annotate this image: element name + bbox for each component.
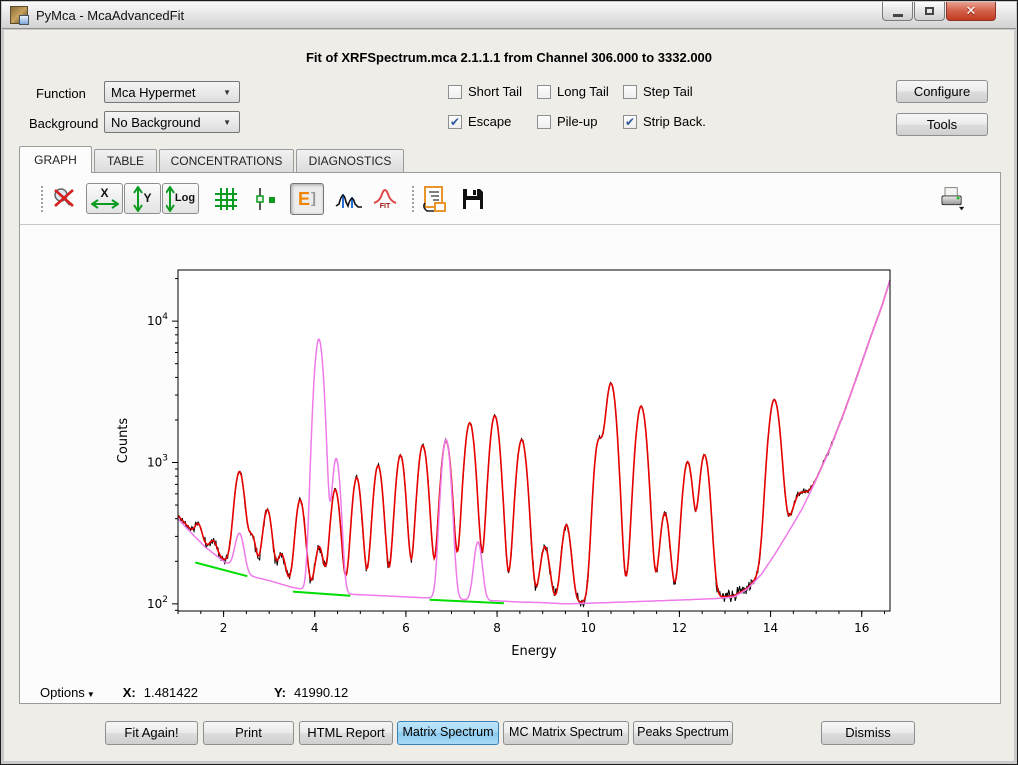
svg-text:2: 2 — [220, 621, 228, 635]
background-select[interactable]: No Background ▼ — [104, 111, 240, 133]
tab-table[interactable]: TABLE — [94, 149, 157, 172]
cursor-x-value: 1.481422 — [144, 685, 198, 700]
energy-axis-bracket: ] — [311, 190, 316, 207]
x-autoscale-button[interactable]: X — [86, 183, 123, 214]
checkbox-escape[interactable]: ✔ Escape — [448, 114, 511, 129]
svg-text:Counts: Counts — [116, 418, 131, 464]
chevron-down-icon: ▼ — [223, 88, 231, 97]
peaks-icon[interactable] — [335, 183, 363, 215]
background-select-value: No Background — [111, 115, 223, 130]
checkbox-box — [537, 115, 551, 129]
fit-icon-label: FIT — [380, 204, 391, 209]
toolbar-drag-handle[interactable] — [40, 184, 44, 214]
chevron-down-icon: ▼ — [87, 690, 95, 699]
plot-toolbar: X Y — [20, 173, 1000, 225]
background-label: Background — [29, 116, 98, 131]
grid-icon[interactable] — [212, 183, 240, 215]
checkbox-label: Strip Back. — [643, 114, 706, 129]
pymca-app-icon — [10, 6, 28, 24]
dialog-content: Fit of XRFSpectrum.mca 2.1.1.1 from Chan… — [4, 30, 1014, 761]
x-autoscale-label: X — [100, 188, 108, 199]
html-report-button[interactable]: HTML Report — [299, 721, 393, 745]
checkbox-label: Long Tail — [557, 84, 609, 99]
fit-again-button[interactable]: Fit Again! — [105, 721, 198, 745]
svg-text:104: 104 — [147, 312, 168, 328]
log-arrow-icon — [166, 186, 175, 212]
tab-diagnostics[interactable]: DIAGNOSTICS — [296, 149, 404, 172]
checkbox-box: ✔ — [448, 115, 462, 129]
checkbox-step-tail[interactable]: Step Tail — [623, 84, 693, 99]
copy-report-icon[interactable] — [421, 183, 449, 215]
svg-text:16: 16 — [854, 621, 869, 635]
cursor-y-label: Y: — [274, 685, 286, 700]
mc-matrix-spectrum-button[interactable]: MC Matrix Spectrum — [503, 721, 629, 745]
svg-text:102: 102 — [147, 595, 168, 611]
checkbox-box — [448, 85, 462, 99]
log-scale-label: Log — [175, 193, 195, 204]
save-icon[interactable] — [459, 183, 487, 215]
close-button[interactable]: ✕ — [946, 2, 996, 21]
function-select[interactable]: Mca Hypermet ▼ — [104, 81, 240, 103]
y-autoscale-button[interactable]: Y — [124, 183, 161, 214]
dismiss-button[interactable]: Dismiss — [821, 721, 915, 745]
checkbox-label: Short Tail — [468, 84, 522, 99]
configure-button[interactable]: Configure — [896, 80, 988, 103]
log-scale-button[interactable]: Log — [162, 183, 199, 214]
checkbox-label: Step Tail — [643, 84, 693, 99]
checkbox-box — [623, 85, 637, 99]
checkbox-pileup[interactable]: Pile-up — [537, 114, 597, 129]
fit-icon[interactable]: FIT — [371, 183, 399, 215]
pymca-window: PyMca - McaAdvancedFit ✕ Fit of XRFSpect… — [0, 0, 1018, 765]
zoom-reset-icon[interactable] — [50, 183, 78, 215]
toolbar-drag-handle[interactable] — [411, 184, 415, 214]
svg-text:10: 10 — [581, 621, 596, 635]
y-arrow-icon — [133, 186, 143, 212]
checkbox-box: ✔ — [623, 115, 637, 129]
options-button[interactable]: Options▼ — [40, 685, 95, 700]
peaks-spectrum-button[interactable]: Peaks Spectrum — [633, 721, 733, 745]
checkbox-long-tail[interactable]: Long Tail — [537, 84, 609, 99]
fit-header-title: Fit of XRFSpectrum.mca 2.1.1.1 from Chan… — [4, 50, 1014, 65]
minimize-icon — [893, 14, 903, 17]
maximize-icon — [925, 7, 934, 15]
checkbox-short-tail[interactable]: Short Tail — [448, 84, 522, 99]
spectrum-plot[interactable]: 2 4 6 8 10 12 14 16 102 103 104 Energy Counts — [32, 225, 990, 681]
markers-icon[interactable] — [252, 183, 280, 215]
checkbox-label: Pile-up — [557, 114, 597, 129]
svg-text:12: 12 — [672, 621, 687, 635]
matrix-spectrum-button[interactable]: Matrix Spectrum — [397, 721, 499, 745]
checkbox-strip-back[interactable]: ✔ Strip Back. — [623, 114, 706, 129]
svg-text:6: 6 — [402, 621, 410, 635]
close-icon: ✕ — [966, 3, 977, 19]
tools-button[interactable]: Tools — [896, 113, 988, 136]
print-icon[interactable] — [938, 183, 966, 215]
graph-panel: X Y — [19, 172, 1001, 704]
maximize-button[interactable] — [914, 2, 945, 21]
function-label: Function — [36, 86, 86, 101]
tab-concentrations[interactable]: CONCENTRATIONS — [159, 149, 294, 172]
minimize-button[interactable] — [882, 2, 913, 21]
svg-text:8: 8 — [493, 621, 501, 635]
function-select-value: Mca Hypermet — [111, 85, 223, 100]
titlebar[interactable]: PyMca - McaAdvancedFit ✕ — [2, 2, 1016, 29]
tab-graph[interactable]: GRAPH — [19, 146, 92, 173]
print-button[interactable]: Print — [203, 721, 294, 745]
svg-text:103: 103 — [147, 453, 168, 469]
cursor-y-value: 41990.12 — [294, 685, 348, 700]
checkbox-box — [537, 85, 551, 99]
energy-axis-label: E — [298, 190, 310, 208]
chevron-down-icon: ▼ — [223, 118, 231, 127]
svg-text:4: 4 — [311, 621, 319, 635]
options-label: Options — [40, 685, 85, 700]
window-title: PyMca - McaAdvancedFit — [36, 8, 184, 23]
cursor-x-label: X: — [123, 685, 136, 700]
checkbox-label: Escape — [468, 114, 511, 129]
y-autoscale-label: Y — [143, 193, 151, 204]
x-arrow-icon — [91, 199, 119, 209]
svg-text:Energy: Energy — [511, 644, 557, 659]
plot-status-row: Options▼ X: 1.481422 Y: 41990.12 — [20, 681, 1000, 703]
svg-text:14: 14 — [763, 621, 778, 635]
energy-axis-button[interactable]: E ] — [290, 183, 324, 215]
